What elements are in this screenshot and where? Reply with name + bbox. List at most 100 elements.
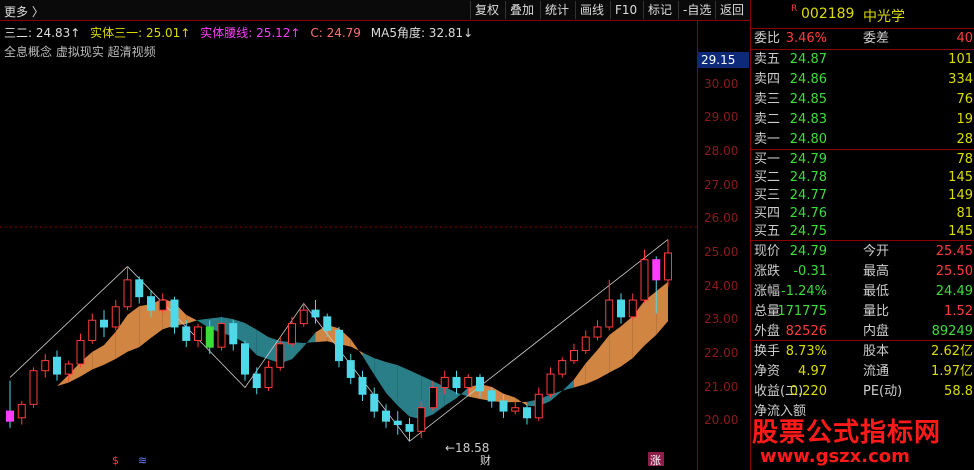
candle-body bbox=[358, 376, 367, 395]
watermark-url: www.gszx.com bbox=[760, 446, 910, 467]
candle-body bbox=[370, 393, 379, 412]
candle-body bbox=[41, 360, 50, 372]
candle-body bbox=[452, 376, 461, 389]
stat-label: 净资 bbox=[754, 364, 781, 379]
order-volume: 145 bbox=[948, 170, 973, 185]
order-volume: 81 bbox=[956, 206, 973, 221]
candle-body bbox=[88, 319, 97, 341]
candle bbox=[123, 266, 132, 311]
candle bbox=[252, 367, 261, 395]
stock-name: 中光学 bbox=[863, 9, 905, 25]
candle bbox=[53, 350, 61, 381]
sell-row: 卖四 24.86 334 bbox=[751, 70, 974, 90]
order-label: 买一 bbox=[754, 152, 781, 167]
stat-label: 最高 bbox=[863, 264, 890, 279]
mark-button[interactable]: 标记 bbox=[643, 1, 676, 19]
order-price: 24.86 bbox=[789, 72, 827, 87]
candle bbox=[241, 340, 249, 381]
fuquan-button[interactable]: 复权 bbox=[470, 1, 503, 19]
draw-line-button[interactable]: 画线 bbox=[575, 1, 608, 19]
candle bbox=[264, 360, 273, 391]
stat-label: 今开 bbox=[863, 244, 890, 259]
candle bbox=[100, 310, 108, 338]
candle-body bbox=[182, 326, 191, 341]
order-label: 买二 bbox=[754, 170, 781, 185]
candle bbox=[358, 370, 367, 401]
order-label: 买五 bbox=[754, 224, 781, 239]
candle bbox=[511, 400, 520, 415]
candle bbox=[593, 320, 602, 341]
order-price: 24.80 bbox=[789, 132, 827, 147]
indicator-d: C: 24.79 bbox=[310, 26, 361, 40]
marker-dollar: $ bbox=[112, 454, 119, 467]
weibi-row: 委比 3.46% 委差 40 bbox=[751, 29, 974, 49]
candle-body bbox=[123, 279, 132, 308]
candle bbox=[17, 400, 26, 425]
stat-label: 涨跌 bbox=[754, 264, 781, 279]
candle-body bbox=[429, 387, 437, 409]
candle-body bbox=[158, 299, 167, 311]
candle-body bbox=[100, 319, 108, 328]
order-label: 卖五 bbox=[754, 52, 781, 67]
low-annotation: ←18.58 bbox=[445, 441, 489, 455]
candle bbox=[6, 380, 14, 428]
axis-tick: 28.00 bbox=[704, 144, 739, 159]
buy-row: 买五 24.75 145 bbox=[751, 222, 974, 242]
candlestick-chart[interactable]: ←18.58 $ ≋ 财 涨 bbox=[0, 60, 697, 470]
stat-value: -0.31 bbox=[793, 264, 827, 279]
candle bbox=[452, 370, 461, 395]
order-label: 卖一 bbox=[754, 132, 781, 147]
candle bbox=[29, 367, 38, 408]
candle-body bbox=[135, 279, 144, 298]
candle bbox=[523, 404, 531, 425]
candle-body bbox=[252, 373, 261, 389]
candle-body bbox=[76, 339, 85, 365]
candle bbox=[41, 353, 50, 378]
buy-row: 买二 24.78 145 bbox=[751, 168, 974, 188]
more-menu[interactable]: 更多 〉 bbox=[4, 3, 44, 20]
buy-row: 买一 24.79 78 bbox=[751, 150, 974, 170]
ma-band-segment bbox=[515, 397, 527, 406]
candle-body bbox=[323, 316, 332, 331]
candle-body bbox=[194, 326, 202, 341]
stats-button[interactable]: 统计 bbox=[540, 1, 573, 19]
order-volume: 145 bbox=[948, 224, 973, 239]
ma-band-segment bbox=[45, 386, 57, 390]
stat-label: 股本 bbox=[863, 344, 890, 359]
ma-band-segment bbox=[386, 362, 398, 406]
order-volume: 101 bbox=[948, 52, 973, 67]
candle-body bbox=[570, 350, 578, 362]
order-volume: 19 bbox=[956, 112, 973, 127]
back-button[interactable]: 返回 bbox=[715, 1, 748, 19]
order-price: 24.76 bbox=[789, 206, 827, 221]
candle bbox=[664, 239, 672, 287]
ma-band-segment bbox=[397, 365, 410, 417]
candle-body bbox=[628, 299, 637, 318]
axis-tick: 23.00 bbox=[704, 312, 739, 327]
stat-value: 89249 bbox=[931, 324, 973, 339]
ma-band-segment bbox=[362, 352, 375, 375]
stock-title: R 002189 中光学 bbox=[751, 0, 974, 29]
stat-label: 最低 bbox=[863, 284, 890, 299]
stat-value: 2.62亿 bbox=[931, 344, 973, 359]
stat-value: 4.97 bbox=[798, 364, 827, 379]
candle-body bbox=[288, 323, 296, 345]
f10-button[interactable]: F10 bbox=[610, 1, 641, 19]
order-price: 24.75 bbox=[789, 224, 827, 239]
axis-tick: 25.00 bbox=[704, 244, 739, 259]
candle bbox=[335, 326, 343, 368]
sell-row: 卖三 24.85 76 bbox=[751, 90, 974, 110]
candle-body bbox=[346, 360, 355, 378]
candle-body bbox=[617, 299, 625, 318]
candle-body bbox=[640, 259, 649, 301]
stat-label: 外盘 bbox=[754, 324, 781, 339]
stat-row: 外盘 82526 内盘 89249 bbox=[751, 322, 974, 342]
sell-row: 卖二 24.83 19 bbox=[751, 110, 974, 130]
sell-row: 卖一 24.80 28 bbox=[751, 130, 974, 150]
stock-code: 002189 bbox=[801, 6, 855, 22]
stat-value: 25.45 bbox=[935, 244, 973, 259]
indicator-readout: 三二: 24.83↑ 实体三一: 25.01↑ 实体腰线: 25.12↑ C: … bbox=[4, 24, 479, 41]
stat-row: 收益(二) 0.220 PE(动) 58.8 bbox=[751, 382, 974, 402]
overlay-button[interactable]: 叠加 bbox=[505, 1, 538, 19]
add-watchlist-button[interactable]: -自选 bbox=[678, 1, 715, 19]
